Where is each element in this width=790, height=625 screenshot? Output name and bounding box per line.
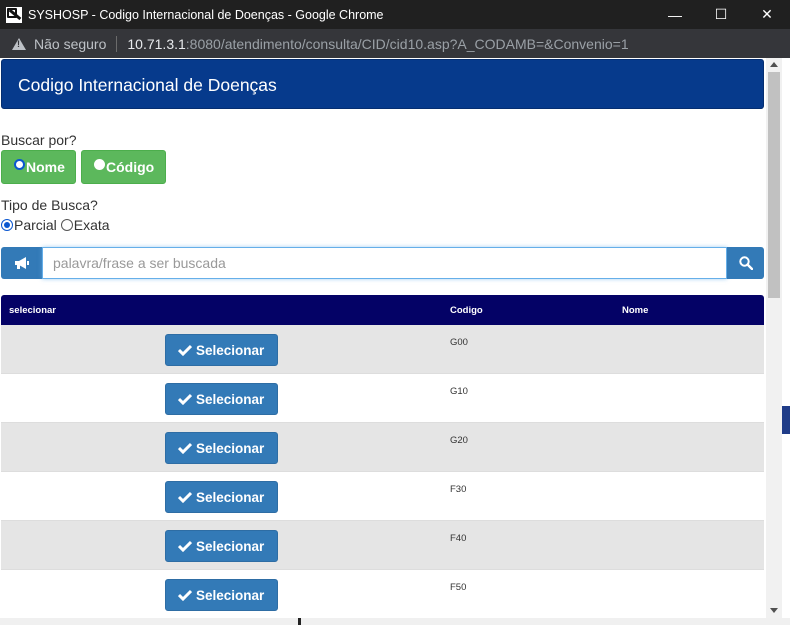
- background-window-bottom: [0, 618, 790, 625]
- background-divider: [298, 618, 301, 625]
- select-button-label: Selecionar: [196, 489, 265, 505]
- radio-dot: [94, 158, 105, 170]
- address-bar[interactable]: Não seguro 10.71.3.1:8080/atendimento/co…: [0, 29, 790, 58]
- search-by-code-label: Código: [106, 159, 155, 175]
- search-type-group: Parcial Exata: [1, 217, 110, 233]
- app-icon: [6, 6, 22, 23]
- table-row: Selecionar F40: [1, 521, 764, 570]
- minimize-button[interactable]: —: [652, 0, 698, 29]
- select-button[interactable]: Selecionar: [165, 432, 278, 464]
- table-row: Selecionar F30: [1, 472, 764, 521]
- code-cell: G20: [450, 435, 468, 446]
- header-code: Codigo: [450, 305, 483, 316]
- megaphone-icon: [14, 257, 29, 269]
- results-table: selecionar Codigo Nome Selecionar G00 Se…: [1, 295, 764, 618]
- url-path: :8080/atendimento/consulta/CID/cid10.asp…: [185, 35, 629, 52]
- header-name: Nome: [622, 305, 649, 316]
- scroll-thumb[interactable]: [768, 72, 780, 298]
- url-divider: [116, 35, 118, 52]
- select-button-label: Selecionar: [196, 391, 265, 407]
- search-by-label: Buscar por?: [1, 132, 77, 148]
- radio-exata[interactable]: [60, 219, 73, 231]
- check-icon: [178, 442, 192, 454]
- select-button[interactable]: Selecionar: [165, 334, 278, 366]
- search-by-name-label: Nome: [26, 159, 65, 175]
- search-input[interactable]: [42, 247, 727, 279]
- table-row: Selecionar G00: [1, 325, 764, 374]
- radio-parcial[interactable]: [1, 219, 13, 231]
- code-cell: F50: [450, 582, 467, 593]
- background-window-edge: [782, 58, 790, 625]
- window-controls: — ☐ ✕: [652, 0, 790, 29]
- table-row: Selecionar G10: [1, 374, 764, 423]
- header-select: selecionar: [9, 305, 56, 316]
- code-cell: G10: [450, 386, 468, 397]
- window-title: SYSHOSP - Codigo Internacional de Doença…: [28, 7, 384, 22]
- scroll-down-icon[interactable]: [770, 608, 778, 613]
- close-button[interactable]: ✕: [744, 0, 790, 29]
- radio-parcial-label[interactable]: Parcial: [14, 217, 57, 233]
- code-cell: F30: [450, 484, 467, 495]
- table-row: Selecionar F50: [1, 570, 764, 618]
- select-button[interactable]: Selecionar: [165, 579, 278, 611]
- radio-exata-label[interactable]: Exata: [74, 217, 110, 233]
- select-button-label: Selecionar: [196, 342, 265, 358]
- select-button[interactable]: Selecionar: [165, 383, 278, 415]
- scroll-up-icon[interactable]: [770, 62, 778, 67]
- code-cell: F40: [450, 533, 467, 544]
- check-icon: [178, 491, 192, 503]
- vertical-scrollbar[interactable]: [766, 58, 782, 618]
- search-addon: [1, 247, 42, 279]
- background-window-accent: [782, 406, 790, 434]
- check-icon: [178, 344, 192, 356]
- table-header: selecionar Codigo Nome: [1, 295, 764, 325]
- code-cell: G00: [450, 337, 468, 348]
- page-content: Codigo Internacional de Doenças Buscar p…: [0, 58, 766, 618]
- select-button-label: Selecionar: [196, 440, 265, 456]
- page-header: Codigo Internacional de Doenças: [1, 59, 764, 109]
- search-by-code-button[interactable]: Código: [81, 150, 166, 184]
- url-host: 10.71.3.1: [127, 35, 186, 52]
- window-titlebar: SYSHOSP - Codigo Internacional de Doença…: [0, 0, 790, 29]
- maximize-button[interactable]: ☐: [698, 0, 744, 29]
- page-title: Codigo Internacional de Doenças: [18, 75, 277, 95]
- select-button-label: Selecionar: [196, 538, 265, 554]
- select-button[interactable]: Selecionar: [165, 530, 278, 562]
- check-icon: [178, 393, 192, 405]
- security-label[interactable]: Não seguro: [34, 36, 106, 52]
- search-button[interactable]: [727, 247, 764, 279]
- search-type-label: Tipo de Busca?: [1, 197, 98, 213]
- url-text[interactable]: 10.71.3.1:8080/atendimento/consulta/CID/…: [127, 36, 628, 52]
- search-icon: [738, 256, 753, 270]
- select-button-label: Selecionar: [196, 587, 265, 603]
- search-by-name-button[interactable]: Nome: [1, 150, 76, 184]
- check-icon: [178, 540, 192, 552]
- warning-icon[interactable]: [12, 37, 26, 50]
- check-icon: [178, 589, 192, 601]
- table-row: Selecionar G20: [1, 423, 764, 472]
- select-button[interactable]: Selecionar: [165, 481, 278, 513]
- radio-dot: [14, 158, 25, 170]
